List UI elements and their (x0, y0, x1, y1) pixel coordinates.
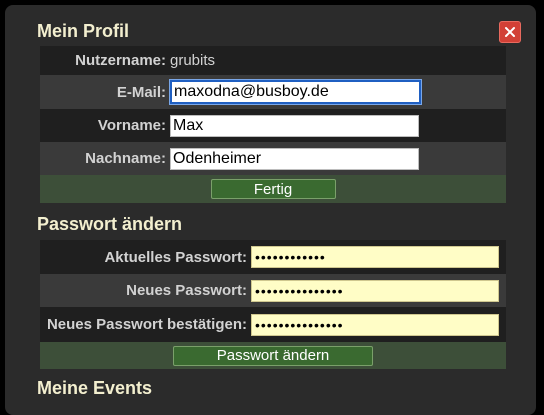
change-password-button[interactable]: Passwort ändern (173, 345, 373, 366)
new-password-row: Neues Passwort: (40, 274, 506, 307)
email-field[interactable] (170, 80, 421, 104)
confirm-password-row: Neues Passwort bestätigen: (40, 307, 506, 342)
confirm-password-field[interactable] (251, 313, 499, 336)
password-title: Passwort ändern (37, 214, 183, 234)
password-table: Aktuelles Passwort: Neues Passwort: Neue… (40, 240, 506, 369)
current-password-label: Aktuelles Passwort: (104, 248, 247, 266)
firstname-field[interactable] (170, 114, 419, 137)
firstname-label: Vorname: (97, 117, 166, 134)
done-button[interactable]: Fertig (210, 179, 336, 199)
profile-title: Mein Profil (37, 21, 130, 41)
close-button[interactable] (499, 21, 521, 43)
confirm-password-label: Neues Passwort bestätigen: (46, 316, 247, 333)
email-label: E-Mail: (116, 83, 166, 101)
profile-action-row: Fertig (40, 175, 506, 203)
lastname-row: Nachname: (40, 142, 506, 175)
new-password-field[interactable] (251, 279, 499, 302)
new-password-label: Neues Passwort: (126, 282, 247, 299)
firstname-row: Vorname: (40, 109, 506, 142)
profile-table: Nutzername: grubits E-Mail: Vorname: Nac… (40, 46, 506, 203)
profile-dialog: Mein Profil Nutzername: grubits E-Mail: … (5, 5, 536, 415)
current-password-field[interactable] (251, 246, 499, 268)
current-password-row: Aktuelles Passwort: (40, 240, 506, 274)
lastname-label: Nachname: (85, 150, 166, 167)
lastname-field[interactable] (170, 147, 419, 170)
username-value: grubits (170, 52, 216, 69)
password-action-row: Passwort ändern (40, 342, 506, 369)
events-title: Meine Events (37, 378, 153, 398)
close-icon (505, 27, 515, 37)
email-row: E-Mail: (40, 75, 506, 109)
username-row: Nutzername: grubits (40, 46, 506, 75)
username-label: Nutzername: (75, 52, 166, 69)
